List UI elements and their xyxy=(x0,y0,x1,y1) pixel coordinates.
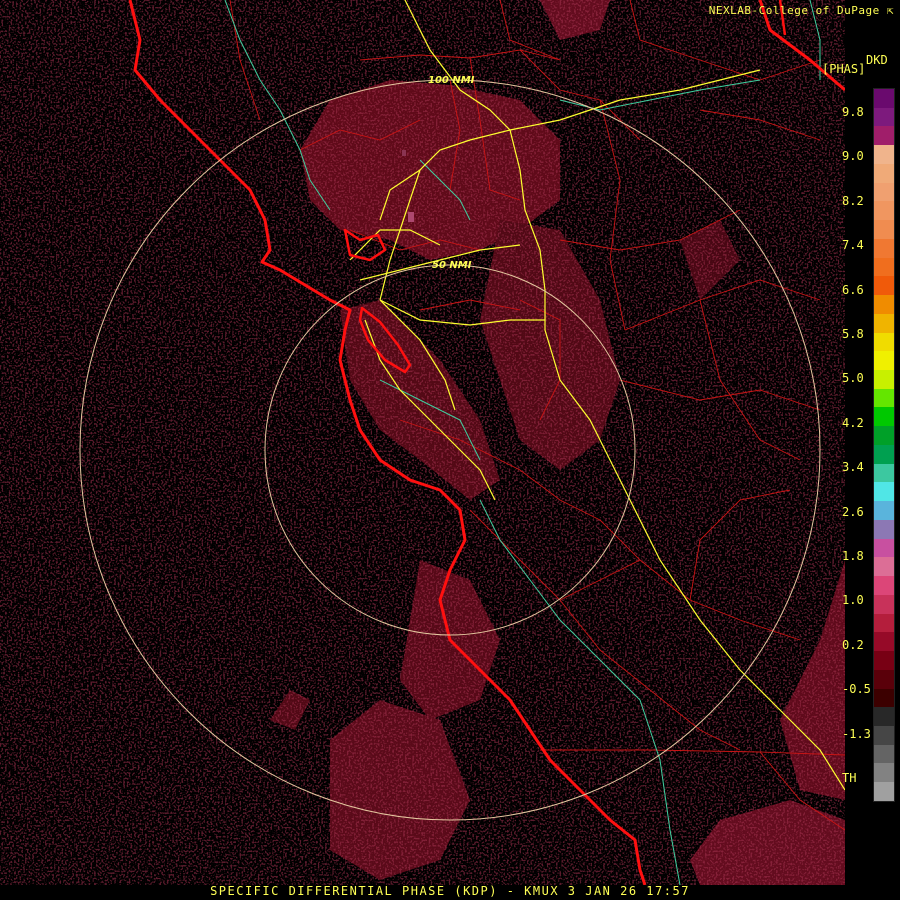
product-code: DKD xyxy=(866,53,888,67)
color-scale-swatch xyxy=(874,763,894,783)
color-scale-tick: 3.4 xyxy=(842,460,864,475)
color-scale-swatch xyxy=(874,744,894,764)
color-scale-tick: 7.4 xyxy=(842,238,864,253)
product-title: SPECIFIC DIFFERENTIAL PHASE (KDP) - KMUX… xyxy=(210,884,690,898)
color-scale-tick: -1.3 xyxy=(842,726,871,741)
color-scale-tick: 5.8 xyxy=(842,327,864,341)
color-scale-swatch xyxy=(874,613,894,633)
echo-highlight xyxy=(408,212,414,222)
color-scale-swatch xyxy=(874,651,894,670)
echo-highlight xyxy=(402,150,406,156)
color-scale-swatch xyxy=(874,725,894,745)
color-scale-tick: 9.0 xyxy=(842,149,864,164)
color-scale-swatch xyxy=(874,313,894,333)
color-scale-swatch xyxy=(874,238,894,258)
color-scale-tick: 0.2 xyxy=(842,637,864,652)
radar-map: 100 NMI 50 NMI xyxy=(0,0,845,885)
color-scale-swatch xyxy=(874,295,894,314)
color-scale-tick: 1.0 xyxy=(842,593,864,608)
color-scale-tick: 4.2 xyxy=(842,415,864,430)
corner-arrow-icon: ⇱ xyxy=(886,4,894,17)
color-scale-swatch xyxy=(874,220,894,239)
color-scale-swatch xyxy=(874,351,894,371)
units-label: [PHAS] xyxy=(822,62,866,76)
range-ring-label: 100 NMI xyxy=(428,75,475,86)
color-scale-swatch xyxy=(874,407,894,427)
color-scale-swatch xyxy=(874,538,894,558)
color-scale-swatch xyxy=(874,182,894,202)
color-scale-swatch xyxy=(874,126,894,146)
color-scale-tick: 2.6 xyxy=(842,504,864,519)
radar-echo-layer xyxy=(0,0,845,885)
color-scale-tick: 9.8 xyxy=(842,105,864,119)
color-scale-tick: 1.8 xyxy=(842,549,864,563)
color-scale-swatch xyxy=(874,107,894,127)
color-scale-tick: 8.2 xyxy=(842,193,864,208)
color-scale-swatch xyxy=(874,519,894,539)
color-scale-swatch xyxy=(874,594,894,614)
color-scale-swatch xyxy=(874,276,894,296)
color-scale-swatch xyxy=(874,707,894,726)
color-scale-tick: TH xyxy=(842,771,857,785)
color-scale-tick: 5.0 xyxy=(842,371,864,386)
color-scale-swatch xyxy=(874,89,894,108)
color-scale-swatch xyxy=(874,370,894,389)
color-scale-swatch xyxy=(874,388,894,408)
credit-text: NEXLAB-College of DuPage xyxy=(708,4,880,17)
color-scale-swatch xyxy=(874,632,894,652)
color-scale-swatch xyxy=(874,426,894,445)
echo-speckle xyxy=(0,0,845,885)
color-scale-swatch xyxy=(874,782,894,801)
color-scale-tick: -0.5 xyxy=(842,682,871,697)
color-scale-bar xyxy=(873,88,895,802)
color-scale-swatch xyxy=(874,145,894,164)
range-ring-label: 50 NMI xyxy=(432,260,472,271)
color-scale-tick: 6.6 xyxy=(842,282,864,297)
credit-label: NEXLAB-College of DuPage ⇱ xyxy=(709,4,894,17)
color-scale-swatch xyxy=(874,444,894,464)
color-scale-swatch xyxy=(874,463,894,483)
color-scale-swatch xyxy=(874,201,894,221)
color-scale-swatch xyxy=(874,557,894,577)
color-scale-swatch xyxy=(874,482,894,502)
color-scale-swatch xyxy=(874,688,894,708)
color-scale-swatch xyxy=(874,163,894,183)
color-scale-swatch xyxy=(874,332,894,352)
color-scale-swatch xyxy=(874,669,894,689)
color-scale-swatch xyxy=(874,501,894,520)
color-scale-swatch xyxy=(874,576,894,595)
color-scale-swatch xyxy=(874,257,894,277)
